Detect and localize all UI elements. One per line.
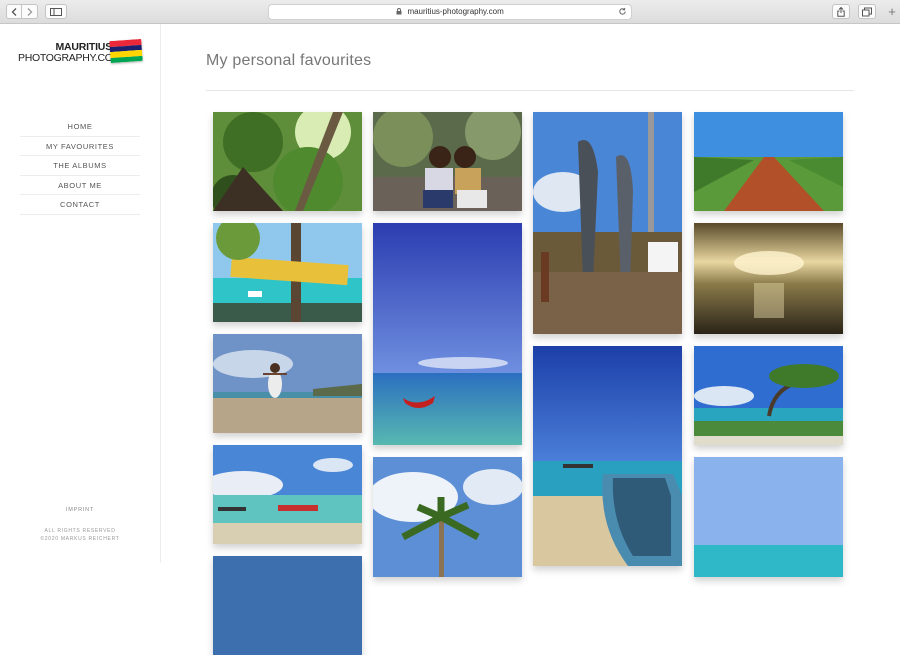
chevron-right-icon [27,7,32,16]
photo-blue-boat-shore[interactable] [533,346,682,566]
photo-lagoon-boat[interactable] [213,445,362,544]
forward-button[interactable] [22,4,38,19]
flag-stripe-green [110,55,143,64]
main-nav: HOME MY FAVOURITES THE ALBUMS ABOUT ME C… [20,117,140,215]
sidebar: MAURITIUS PHOTOGRAPHY.COM HOME MY FAVOUR… [0,24,161,563]
address-bar[interactable]: mauritius-photography.com [268,4,632,20]
photo-palm-tree-sky[interactable] [373,457,522,577]
photo-two-kids[interactable] [373,112,522,211]
sidebar-toggle-button[interactable] [45,4,67,19]
photo-girl-on-beach[interactable] [213,334,362,433]
logo-line2: PHOTOGRAPHY.COM [18,52,122,64]
reload-icon[interactable] [618,7,627,16]
tabs-icon [862,7,872,16]
photo-red-boat-lagoon[interactable] [373,223,522,445]
imprint-link[interactable]: IMPRINT [0,507,160,513]
url-text: mauritius-photography.com [407,7,504,16]
lock-icon [396,8,402,15]
nav-item-contact[interactable]: CONTACT [20,195,140,215]
photo-column1-bottom[interactable] [213,556,362,655]
chevron-left-icon [11,7,17,16]
copyright-notice: ALL RIGHTS RESERVED ©2020 MARKUS REICHER… [0,527,160,543]
nav-item-about-me[interactable]: ABOUT ME [20,176,140,195]
photo-jungle-canopy[interactable] [213,112,362,211]
nav-item-home[interactable]: HOME [20,117,140,137]
photo-calm-sea[interactable] [694,457,843,577]
title-divider [206,90,854,91]
nav-item-the-albums[interactable]: THE ALBUMS [20,156,140,176]
browser-toolbar: mauritius-photography.com + [0,0,900,24]
page-title: My personal favourites [206,52,372,69]
new-tab-button[interactable]: + [884,4,900,20]
nav-item-my-favourites[interactable]: MY FAVOURITES [20,137,140,156]
mauritius-flag-icon [109,38,143,64]
copyright-text: ©2020 MARKUS REICHERT [40,536,120,542]
photo-golden-sea-sunset[interactable] [694,223,843,334]
rights-text: ALL RIGHTS RESERVED [44,528,116,534]
photo-coastal-tree[interactable] [694,346,843,445]
sidebar-icon [50,7,62,16]
share-button[interactable] [832,4,850,19]
site-logo[interactable]: MAURITIUS PHOTOGRAPHY.COM [18,38,148,71]
photo-marlin-catch[interactable] [533,112,682,334]
tabs-button[interactable] [858,4,876,19]
photo-menu-sign-beach[interactable] [213,223,362,322]
back-button[interactable] [6,4,22,19]
photo-sugar-cane-path[interactable] [694,112,843,211]
share-icon [837,6,845,17]
